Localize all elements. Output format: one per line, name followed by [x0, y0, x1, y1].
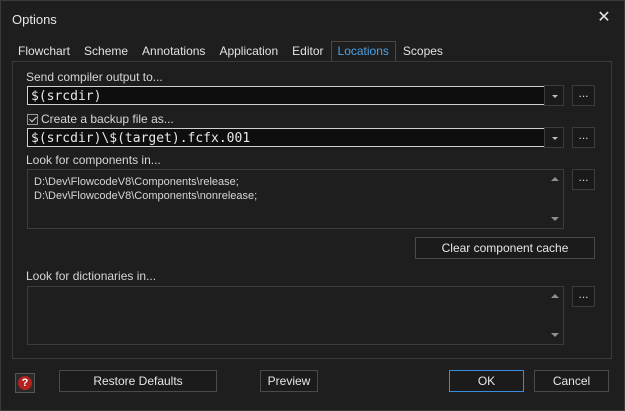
- backup-file-field[interactable]: $(srcdir)\$(target).fcfx.001: [27, 128, 554, 147]
- window-title: Options: [12, 12, 57, 27]
- tab-locations[interactable]: Locations: [330, 41, 396, 61]
- backup-checkbox-label: Create a backup file as...: [41, 112, 174, 126]
- compiler-output-dropdown-button[interactable]: [544, 85, 564, 106]
- backup-file-dropdown-button[interactable]: [544, 127, 564, 148]
- help-icon: ?: [18, 376, 32, 390]
- compiler-output-browse-button[interactable]: ...: [572, 85, 595, 106]
- cancel-button[interactable]: Cancel: [534, 370, 609, 392]
- components-label: Look for components in...: [26, 153, 161, 167]
- scroll-down-icon[interactable]: [551, 333, 559, 337]
- compiler-output-field[interactable]: $(srcdir): [27, 86, 554, 105]
- tab-bar: Flowchart Scheme Annotations Application…: [11, 41, 450, 61]
- options-dialog: Options ✕ Flowchart Scheme Annotations A…: [0, 0, 625, 411]
- backup-checkbox[interactable]: [27, 114, 38, 125]
- scroll-up-icon[interactable]: [551, 177, 559, 181]
- dictionaries-browse-button[interactable]: ...: [572, 286, 595, 307]
- tab-application[interactable]: Application: [212, 41, 285, 61]
- components-browse-button[interactable]: ...: [572, 169, 595, 190]
- dictionaries-scrollbar[interactable]: [547, 287, 563, 344]
- tab-editor[interactable]: Editor: [285, 41, 330, 61]
- scroll-up-icon[interactable]: [551, 294, 559, 298]
- ok-button[interactable]: OK: [449, 370, 524, 392]
- components-lines: D:\Dev\FlowcodeV8\Components\release; D:…: [34, 175, 257, 203]
- tab-scopes[interactable]: Scopes: [396, 41, 450, 61]
- close-icon[interactable]: ✕: [596, 9, 612, 27]
- tab-annotations[interactable]: Annotations: [135, 41, 212, 61]
- scroll-down-icon[interactable]: [551, 217, 559, 221]
- clear-component-cache-button[interactable]: Clear component cache: [415, 237, 595, 259]
- restore-defaults-button[interactable]: Restore Defaults: [59, 370, 217, 392]
- preview-button[interactable]: Preview: [260, 370, 318, 392]
- components-list[interactable]: D:\Dev\FlowcodeV8\Components\release; D:…: [27, 169, 564, 229]
- locations-panel: Send compiler output to... $(srcdir) ...…: [12, 61, 612, 359]
- list-item: D:\Dev\FlowcodeV8\Components\nonrelease;: [34, 190, 258, 202]
- tab-flowchart[interactable]: Flowchart: [11, 41, 77, 61]
- dictionaries-label: Look for dictionaries in...: [26, 269, 157, 283]
- tab-scheme[interactable]: Scheme: [77, 41, 135, 61]
- components-scrollbar[interactable]: [547, 170, 563, 228]
- list-item: D:\Dev\FlowcodeV8\Components\release;: [34, 176, 239, 188]
- help-button[interactable]: ?: [15, 373, 35, 393]
- dictionaries-list[interactable]: [27, 286, 564, 345]
- compiler-output-label: Send compiler output to...: [26, 70, 163, 84]
- title-bar: Options ✕: [1, 1, 624, 35]
- backup-file-browse-button[interactable]: ...: [572, 127, 595, 148]
